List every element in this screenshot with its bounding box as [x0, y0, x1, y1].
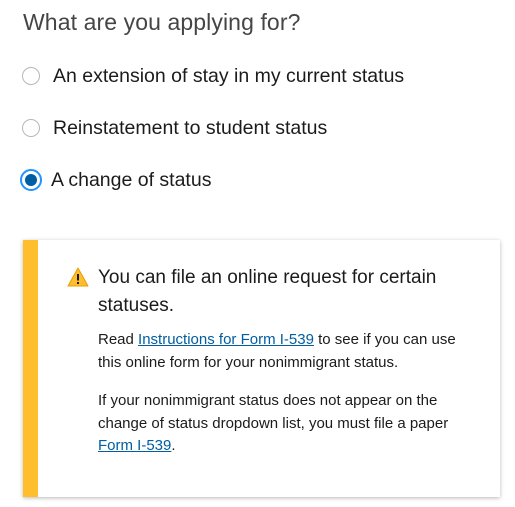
radio-button-selected[interactable]: [20, 169, 42, 191]
instructions-form-i539-link[interactable]: Instructions for Form I-539: [138, 331, 314, 348]
option-reinstatement[interactable]: Reinstatement to student status: [22, 115, 327, 141]
option-change-of-status[interactable]: A change of status: [20, 167, 212, 193]
alert-heading: You can file an online request for certa…: [98, 267, 437, 316]
warning-triangle-icon: [67, 267, 89, 287]
radio-button-unselected[interactable]: [22, 67, 40, 85]
option-extension-of-stay[interactable]: An extension of stay in my current statu…: [22, 63, 404, 89]
alert-paragraph-instructions: Read Instructions for Form I-539 to see …: [98, 329, 478, 374]
alert-text-segment: Read: [98, 331, 139, 348]
option-label: Reinstatement to student status: [53, 116, 328, 139]
alert-paragraph-paper-form: If your nonimmigrant status does not app…: [98, 390, 478, 458]
alert-text-segment: .: [171, 437, 176, 454]
warning-alert: You can file an online request for certa…: [23, 240, 500, 497]
radio-button-unselected[interactable]: [22, 119, 40, 137]
form-i539-link[interactable]: Form I-539: [98, 437, 171, 454]
option-label: An extension of stay in my current statu…: [53, 64, 405, 87]
page: What are you applying for? An extension …: [0, 0, 515, 507]
alert-text-segment: If your nonimmigrant status does not app…: [98, 392, 449, 432]
option-label: A change of status: [51, 168, 212, 191]
question-heading: What are you applying for?: [23, 9, 301, 35]
